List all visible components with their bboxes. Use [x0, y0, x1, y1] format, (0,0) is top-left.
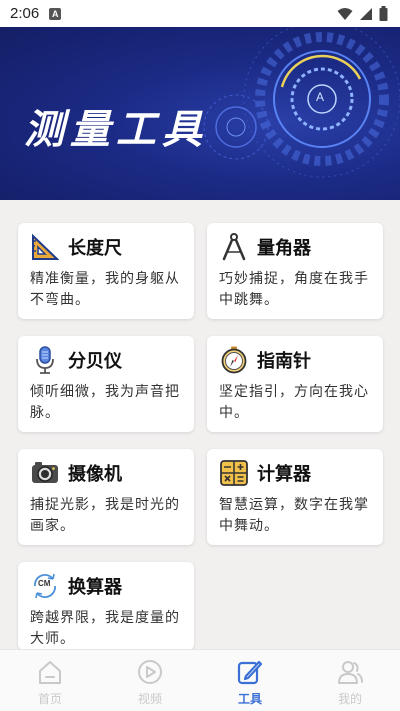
play-icon	[136, 658, 164, 686]
card-description: 巧妙捕捉，角度在我手中跳舞。	[219, 271, 369, 308]
bottom-tab-bar: 首页 视频 工具 我的	[0, 649, 400, 711]
tab-home[interactable]: 首页	[0, 650, 100, 711]
tab-video[interactable]: 视频	[100, 650, 200, 711]
card-description: 捕捉光影，我是时光的画家。	[30, 497, 180, 534]
card-header: 指南针	[219, 346, 373, 374]
card-description: 倾听细微，我为声音把脉。	[30, 384, 180, 421]
battery-icon	[379, 6, 388, 21]
compass-divider-icon	[219, 232, 249, 262]
tool-card-compass[interactable]: 指南针 坚定指引，方向在我心中。	[207, 336, 383, 432]
status-right	[337, 6, 388, 21]
banner: A 测量工具	[0, 27, 400, 200]
home-icon	[36, 658, 64, 686]
card-title: 指南针	[257, 351, 311, 372]
banner-title: 测量工具	[24, 106, 208, 153]
card-description: 精准衡量，我的身躯从不弯曲。	[30, 271, 180, 308]
tool-card-camera[interactable]: 摄像机 捕捉光影，我是时光的画家。	[18, 449, 194, 545]
card-header: CM 换算器	[30, 572, 184, 600]
banner-gear-letter: A	[316, 90, 325, 104]
tool-card-calculator[interactable]: 计算器 智慧运算，数字在我掌中舞动。	[207, 449, 383, 545]
card-header: 量角器	[219, 233, 373, 261]
camera-icon	[30, 458, 60, 488]
converter-icon-text: CM	[38, 579, 51, 588]
tab-label: 工具	[237, 692, 262, 706]
calculator-icon	[219, 458, 249, 488]
card-header: 分贝仪	[30, 346, 184, 374]
card-header: 计算器	[219, 459, 373, 487]
signal-icon	[360, 7, 372, 20]
tab-tools[interactable]: 工具	[200, 650, 300, 711]
card-title: 计算器	[257, 464, 311, 485]
edit-icon	[236, 658, 264, 686]
card-title: 摄像机	[68, 464, 122, 485]
tool-card-converter[interactable]: CM 换算器 跨越界限，我是度量的大师。	[18, 562, 194, 650]
status-time: 2:06	[10, 5, 40, 22]
card-title: 量角器	[257, 238, 311, 259]
tool-card-ruler[interactable]: 长度尺 精准衡量，我的身躯从不弯曲。	[18, 223, 194, 319]
unit-converter-icon: CM	[30, 571, 60, 601]
tab-label: 我的	[337, 692, 362, 706]
card-title: 分贝仪	[68, 351, 122, 372]
card-title: 长度尺	[68, 238, 122, 259]
wifi-icon	[337, 7, 353, 20]
tool-card-protractor[interactable]: 量角器 巧妙捕捉，角度在我手中跳舞。	[207, 223, 383, 319]
notification-icon: A	[49, 7, 62, 20]
card-title: 换算器	[68, 577, 122, 598]
status-left: 2:06 A	[10, 5, 62, 22]
tab-label: 视频	[137, 692, 162, 706]
ruler-triangle-icon	[30, 232, 60, 262]
card-header: 摄像机	[30, 459, 184, 487]
card-description: 坚定指引，方向在我心中。	[219, 384, 369, 421]
tab-label: 首页	[37, 692, 62, 706]
card-header: 长度尺	[30, 233, 184, 261]
card-description: 智慧运算，数字在我掌中舞动。	[219, 497, 369, 534]
tool-card-decibel[interactable]: 分贝仪 倾听细微，我为声音把脉。	[18, 336, 194, 432]
user-icon	[336, 658, 364, 686]
compass-icon	[219, 345, 249, 375]
tab-mine[interactable]: 我的	[300, 650, 400, 711]
card-description: 跨越界限，我是度量的大师。	[30, 610, 180, 647]
status-bar: 2:06 A	[0, 0, 400, 27]
microphone-icon	[30, 345, 60, 375]
